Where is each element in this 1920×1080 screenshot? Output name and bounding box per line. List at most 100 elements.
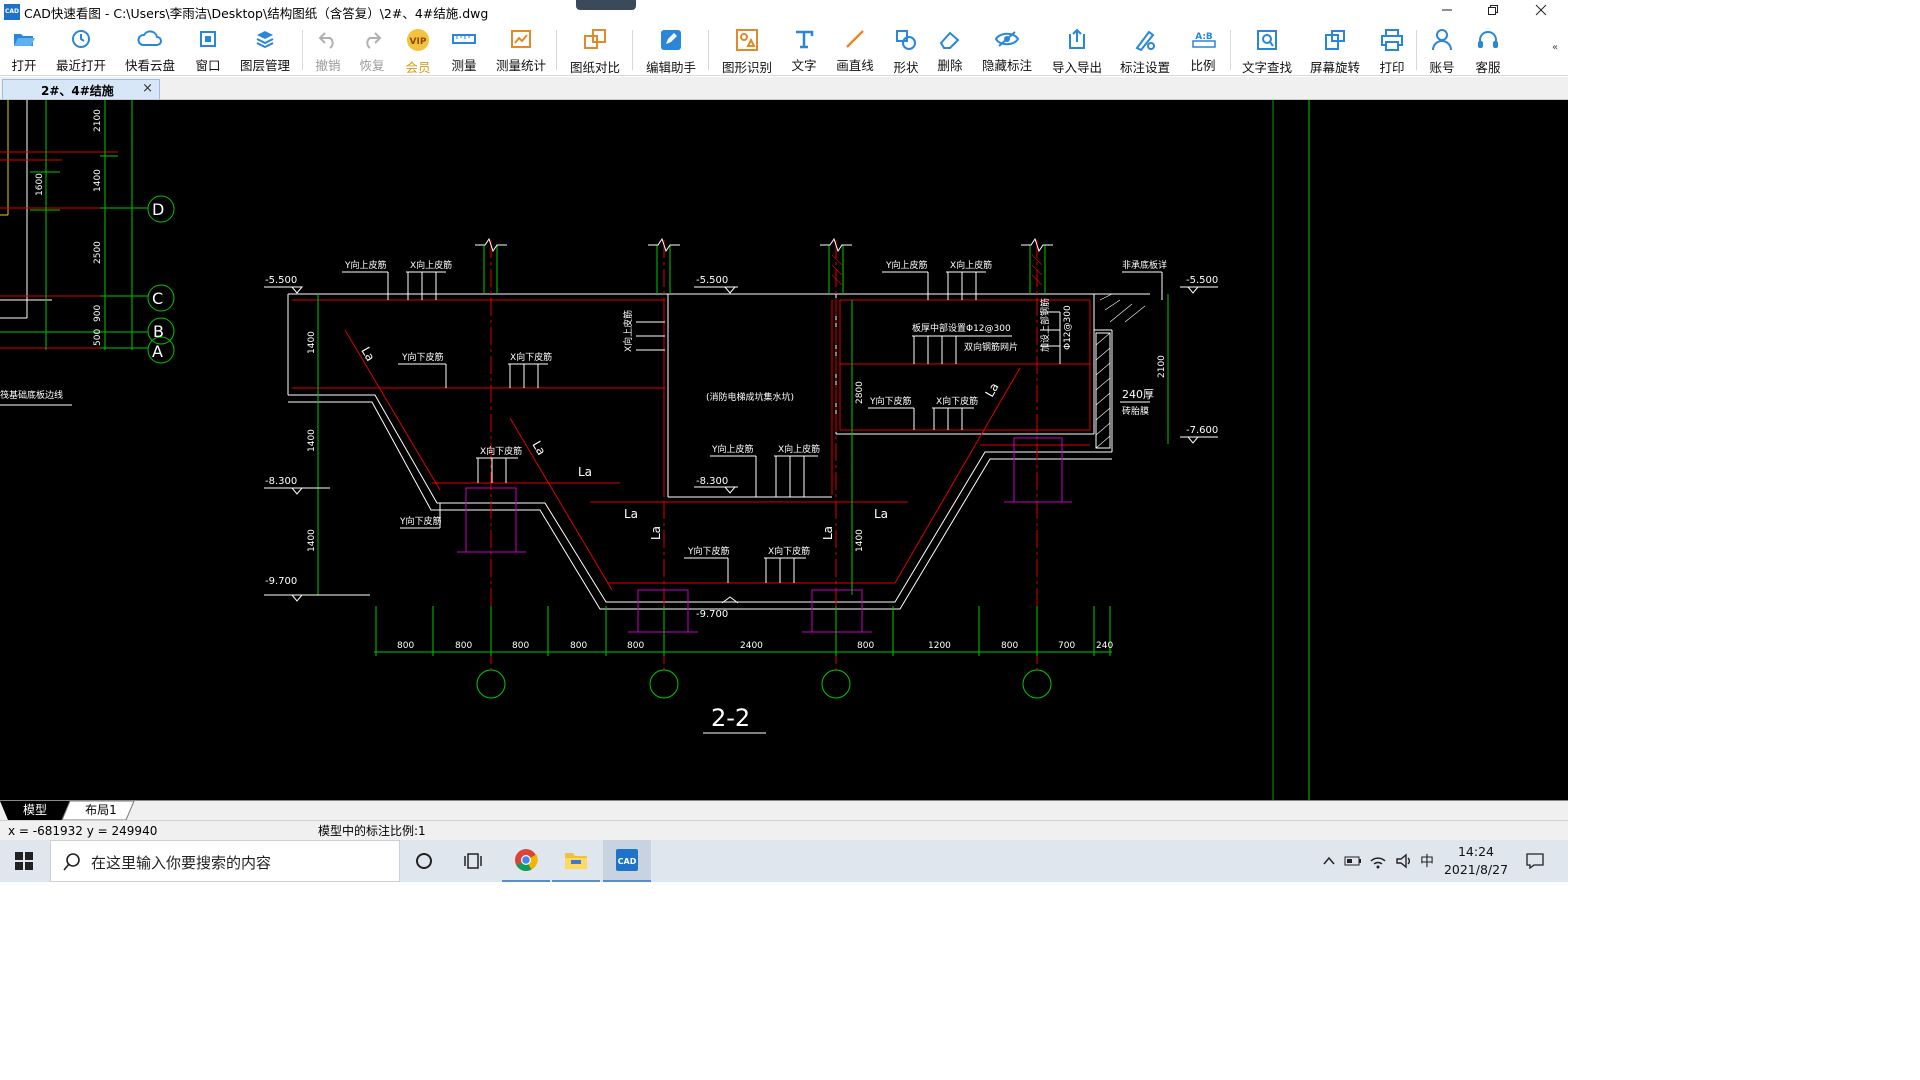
measure-stats-icon: [508, 28, 534, 50]
printer-icon: [1379, 28, 1405, 52]
svg-text:X向下皮筋: X向下皮筋: [936, 395, 978, 407]
start-button[interactable]: [0, 840, 48, 882]
draw-line-button[interactable]: 画直线: [836, 28, 874, 74]
svg-text:Y向上皮筋: Y向上皮筋: [344, 259, 387, 271]
taskbar-clock[interactable]: 14:24 2021/8/27: [1440, 843, 1512, 879]
drawing-canvas[interactable]: -5.500 -5.500 -5.500 -7.600 -8.300 -8.30…: [0, 100, 1568, 800]
svg-text:700: 700: [1058, 641, 1075, 651]
vip-icon: VIP: [405, 28, 431, 52]
windows-taskbar: 在这里输入你要搜索的内容 CAD 中 14:24 2021/8/27: [0, 840, 1568, 882]
minimize-button[interactable]: [1424, 0, 1470, 24]
delete-button[interactable]: 删除: [936, 28, 964, 74]
svg-text:1600: 1600: [35, 173, 45, 196]
scale-button[interactable]: A:B 比例: [1188, 28, 1218, 74]
task-view-button[interactable]: [450, 840, 498, 882]
network-tray[interactable]: [1366, 840, 1390, 882]
folder-open-icon: [11, 28, 37, 50]
notification-center-button[interactable]: [1520, 840, 1550, 882]
user-icon: [1429, 28, 1455, 52]
svg-text:X向上皮筋: X向上皮筋: [622, 310, 634, 352]
headset-icon: [1475, 28, 1501, 52]
svg-text:加设上部钢筋: 加设上部钢筋: [1039, 298, 1051, 352]
vip-button[interactable]: VIP 会员: [404, 28, 432, 75]
svg-text:Y向上皮筋: Y向上皮筋: [711, 443, 754, 455]
layer-manager-button[interactable]: 图层管理: [240, 28, 290, 74]
document-tab[interactable]: 2#、4#结施 ×: [2, 79, 160, 99]
svg-text:800: 800: [512, 641, 529, 651]
svg-text:2400: 2400: [740, 641, 763, 651]
hide-annotation-button[interactable]: 隐藏标注: [982, 28, 1032, 74]
close-icon: [1535, 4, 1547, 16]
hide-eye-icon: [994, 28, 1020, 50]
svg-text:CAD: CAD: [618, 857, 637, 866]
rotate-screen-icon: [1322, 28, 1348, 52]
svg-text:X向下皮筋: X向下皮筋: [510, 351, 552, 363]
tab-close-icon[interactable]: ×: [142, 81, 153, 96]
shape-recognize-button[interactable]: 图形识别: [722, 28, 772, 75]
status-bar: x = -681932 y = 249940 模型中的标注比例:1: [0, 820, 1568, 840]
close-window-button[interactable]: [1518, 0, 1564, 24]
document-tab-label: 2#、4#结施: [41, 84, 114, 98]
text-search-icon: [1254, 28, 1280, 52]
wifi-icon: [1370, 857, 1386, 869]
svg-text:(消防电梯成坑集水坑): (消防电梯成坑集水坑): [706, 391, 794, 403]
cad-taskbar-button[interactable]: CAD: [603, 840, 651, 882]
svg-text:Y向下皮筋: Y向下皮筋: [687, 545, 730, 557]
svg-text:1400: 1400: [855, 529, 865, 552]
scale-icon: A:B: [1190, 28, 1216, 50]
ime-indicator[interactable]: 中: [1416, 840, 1438, 882]
tray-chevron[interactable]: [1318, 840, 1340, 882]
volume-tray[interactable]: [1392, 840, 1416, 882]
cortana-circle-icon: [416, 853, 432, 869]
window-button[interactable]: 窗口: [194, 28, 222, 74]
edit-assistant-icon: [658, 28, 684, 52]
top-notch: [576, 0, 636, 10]
app-icon: CAD: [4, 4, 20, 20]
svg-text:-8.300: -8.300: [265, 476, 297, 487]
layout-tab-model[interactable]: 模型: [10, 801, 60, 820]
measure-button[interactable]: 测量: [450, 28, 478, 74]
window-icon: [195, 28, 221, 50]
file-explorer-taskbar-button[interactable]: [552, 840, 600, 882]
shapes-button[interactable]: 形状: [892, 28, 920, 75]
cloud-disk-button[interactable]: 快看云盘: [124, 28, 176, 74]
svg-text:La: La: [624, 507, 638, 521]
svg-text:砖胎膜: 砖胎膜: [1122, 405, 1149, 417]
open-button[interactable]: 打开: [8, 28, 40, 74]
chrome-taskbar-button[interactable]: [502, 840, 550, 882]
svg-text:900: 900: [93, 305, 103, 322]
svg-text:La: La: [578, 465, 592, 479]
coordinate-readout: x = -681932 y = 249940: [8, 824, 158, 838]
edit-assistant-button[interactable]: 编辑助手: [646, 28, 696, 75]
layout-tab-bar: 模型 布局1: [0, 800, 1568, 821]
restore-button[interactable]: [1470, 0, 1516, 24]
svg-text:-9.700: -9.700: [265, 576, 297, 587]
windows-logo-icon: [15, 852, 33, 870]
undo-button[interactable]: 撤销: [314, 28, 342, 74]
annotation-settings-button[interactable]: 标注设置: [1120, 28, 1170, 75]
import-export-button[interactable]: 导入导出: [1052, 28, 1102, 75]
toolbar-overflow-icon[interactable]: «: [1552, 42, 1558, 53]
svg-text:800: 800: [857, 641, 874, 651]
account-button[interactable]: 账号: [1428, 28, 1456, 75]
recent-open-button[interactable]: 最近打开: [56, 28, 106, 74]
redo-button[interactable]: 恢复: [358, 28, 386, 74]
svg-text:双向钢筋网片: 双向钢筋网片: [964, 341, 1018, 353]
layout-tab-layout1[interactable]: 布局1: [74, 801, 128, 820]
taskbar-search-box[interactable]: 在这里输入你要搜索的内容: [50, 840, 400, 882]
measure-stats-button[interactable]: 测量统计: [496, 28, 546, 74]
screen-rotate-button[interactable]: 屏幕旋转: [1310, 28, 1360, 75]
cad-drawing: -5.500 -5.500 -5.500 -7.600 -8.300 -8.30…: [0, 100, 1310, 800]
cortana-button[interactable]: [400, 840, 448, 882]
svg-text:Y向下皮筋: Y向下皮筋: [401, 351, 444, 363]
svg-text:-5.500: -5.500: [1186, 275, 1218, 286]
battery-tray[interactable]: [1342, 840, 1364, 882]
text-button[interactable]: 文字: [790, 28, 818, 74]
customer-service-button[interactable]: 客服: [1474, 28, 1502, 75]
svg-text:板厚中部设置Φ12@300: 板厚中部设置Φ12@300: [912, 322, 1011, 334]
text-search-button[interactable]: 文字查找: [1242, 28, 1292, 75]
print-button[interactable]: 打印: [1378, 28, 1406, 75]
task-view-icon: [464, 853, 482, 869]
cad-app-icon: CAD: [616, 849, 638, 871]
drawing-compare-button[interactable]: 图纸对比: [570, 28, 620, 75]
